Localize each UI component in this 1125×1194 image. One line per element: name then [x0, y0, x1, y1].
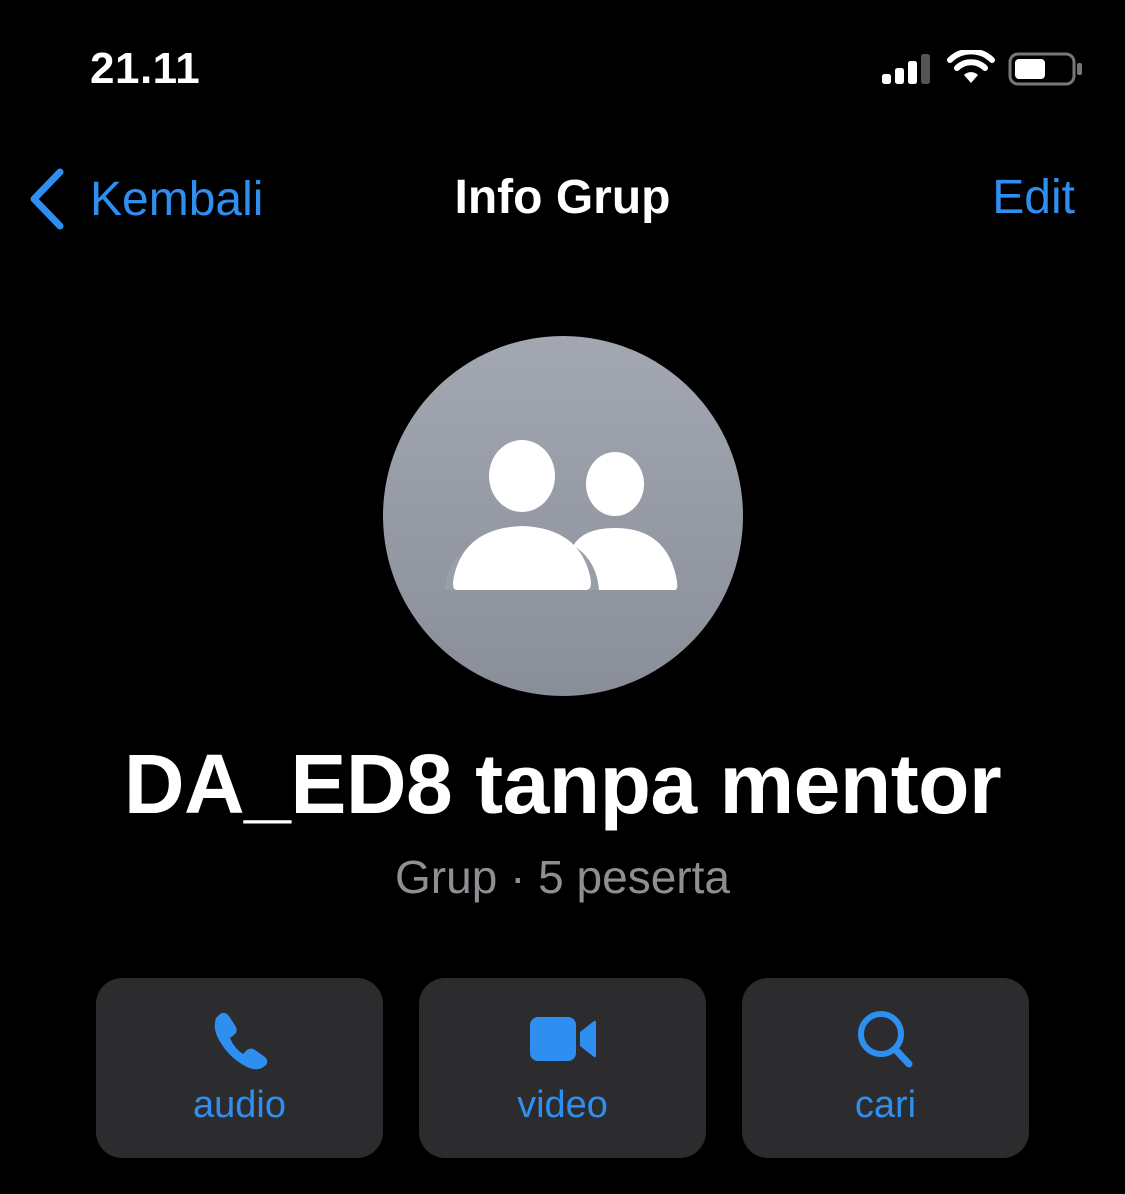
battery-icon: [1008, 52, 1082, 86]
group-people-icon: [445, 440, 678, 590]
group-meta: Grup · 5 peserta: [395, 851, 730, 903]
search-label: cari: [854, 1084, 917, 1126]
status-bar: 21.11: [0, 0, 1125, 140]
status-time: 21.11: [90, 44, 201, 93]
video-call-button[interactable]: video: [419, 978, 706, 1158]
video-camera-icon: [529, 1017, 596, 1061]
group-info-screen: 21.11 Kembali Info Grup Edit DA_ED8 tanp…: [0, 0, 1125, 1194]
search-icon: [857, 1011, 912, 1068]
wifi-icon: [947, 50, 995, 83]
group-name: DA_ED8 tanpa mentor: [123, 737, 1002, 831]
search-button[interactable]: cari: [742, 978, 1029, 1158]
audio-label: audio: [193, 1084, 286, 1126]
phone-icon: [214, 1012, 267, 1070]
audio-call-button[interactable]: audio: [96, 978, 383, 1158]
group-avatar[interactable]: [383, 336, 743, 696]
edit-button[interactable]: Edit: [992, 170, 1075, 225]
action-buttons: audio video cari: [96, 978, 1029, 1158]
signal-icon: [882, 54, 930, 84]
page-title: Info Grup: [454, 171, 671, 224]
navigation-bar: Kembali Info Grup Edit: [0, 150, 1125, 250]
video-label: video: [517, 1084, 608, 1126]
